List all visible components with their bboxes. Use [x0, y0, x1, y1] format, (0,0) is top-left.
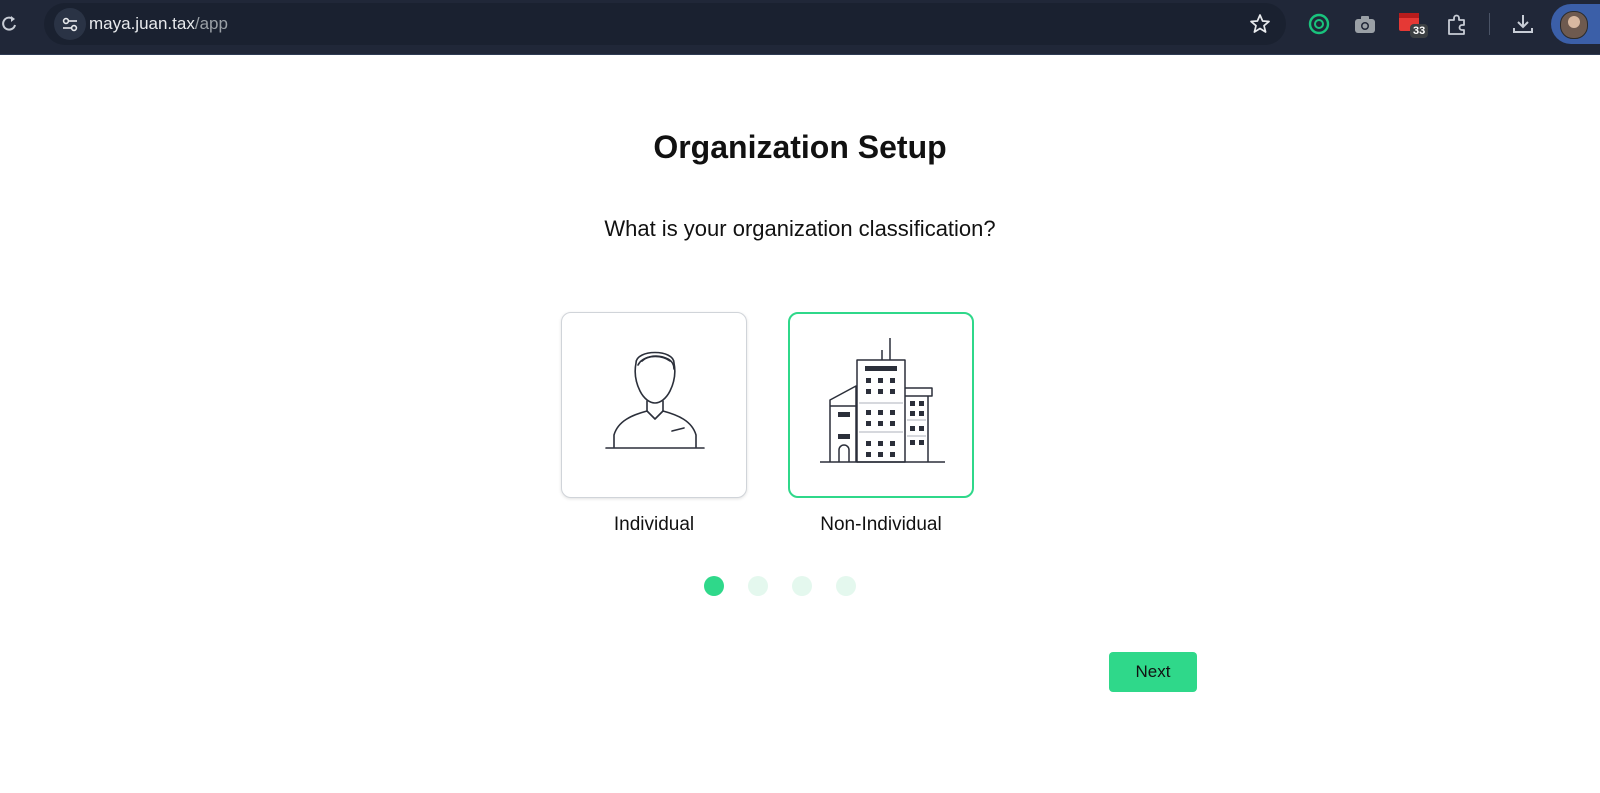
individual-option-label[interactable]: Individual [561, 514, 747, 536]
avatar [1560, 11, 1588, 39]
individual-option-card[interactable] [561, 312, 747, 498]
url-host: maya.juan.tax [89, 14, 195, 33]
reload-icon[interactable] [0, 12, 22, 36]
step-dot-2[interactable] [748, 576, 768, 596]
toolbar-separator [1489, 13, 1490, 35]
browser-toolbar: maya.juan.tax/app 33 [0, 0, 1600, 55]
calendar-badge: 33 [1410, 24, 1429, 38]
url-path: /app [194, 14, 228, 33]
tune-icon [62, 17, 78, 32]
person-icon [605, 351, 705, 449]
camera-extension-icon[interactable] [1352, 11, 1378, 37]
step-dot-4[interactable] [836, 576, 856, 596]
bookmark-star-icon[interactable] [1248, 12, 1272, 36]
puzzle-extensions-icon[interactable] [1444, 11, 1470, 37]
chatgpt-extension-icon[interactable] [1306, 11, 1332, 37]
calendar-extension[interactable]: 33 [1398, 11, 1429, 41]
profile-button[interactable] [1551, 4, 1600, 44]
classification-question: What is your organization classification… [604, 216, 996, 241]
non-individual-option-label[interactable]: Non-Individual [788, 514, 974, 536]
next-button[interactable]: Next [1109, 652, 1197, 692]
download-icon[interactable] [1510, 11, 1536, 37]
site-info-button[interactable] [54, 8, 86, 40]
address-bar[interactable]: maya.juan.tax/app [44, 3, 1286, 45]
page-title: Organization Setup [653, 129, 947, 165]
building-icon [820, 338, 945, 463]
url-text[interactable]: maya.juan.tax/app [89, 14, 228, 34]
non-individual-option-card[interactable] [788, 312, 974, 498]
step-dot-3[interactable] [792, 576, 812, 596]
step-dot-1[interactable] [704, 576, 724, 596]
